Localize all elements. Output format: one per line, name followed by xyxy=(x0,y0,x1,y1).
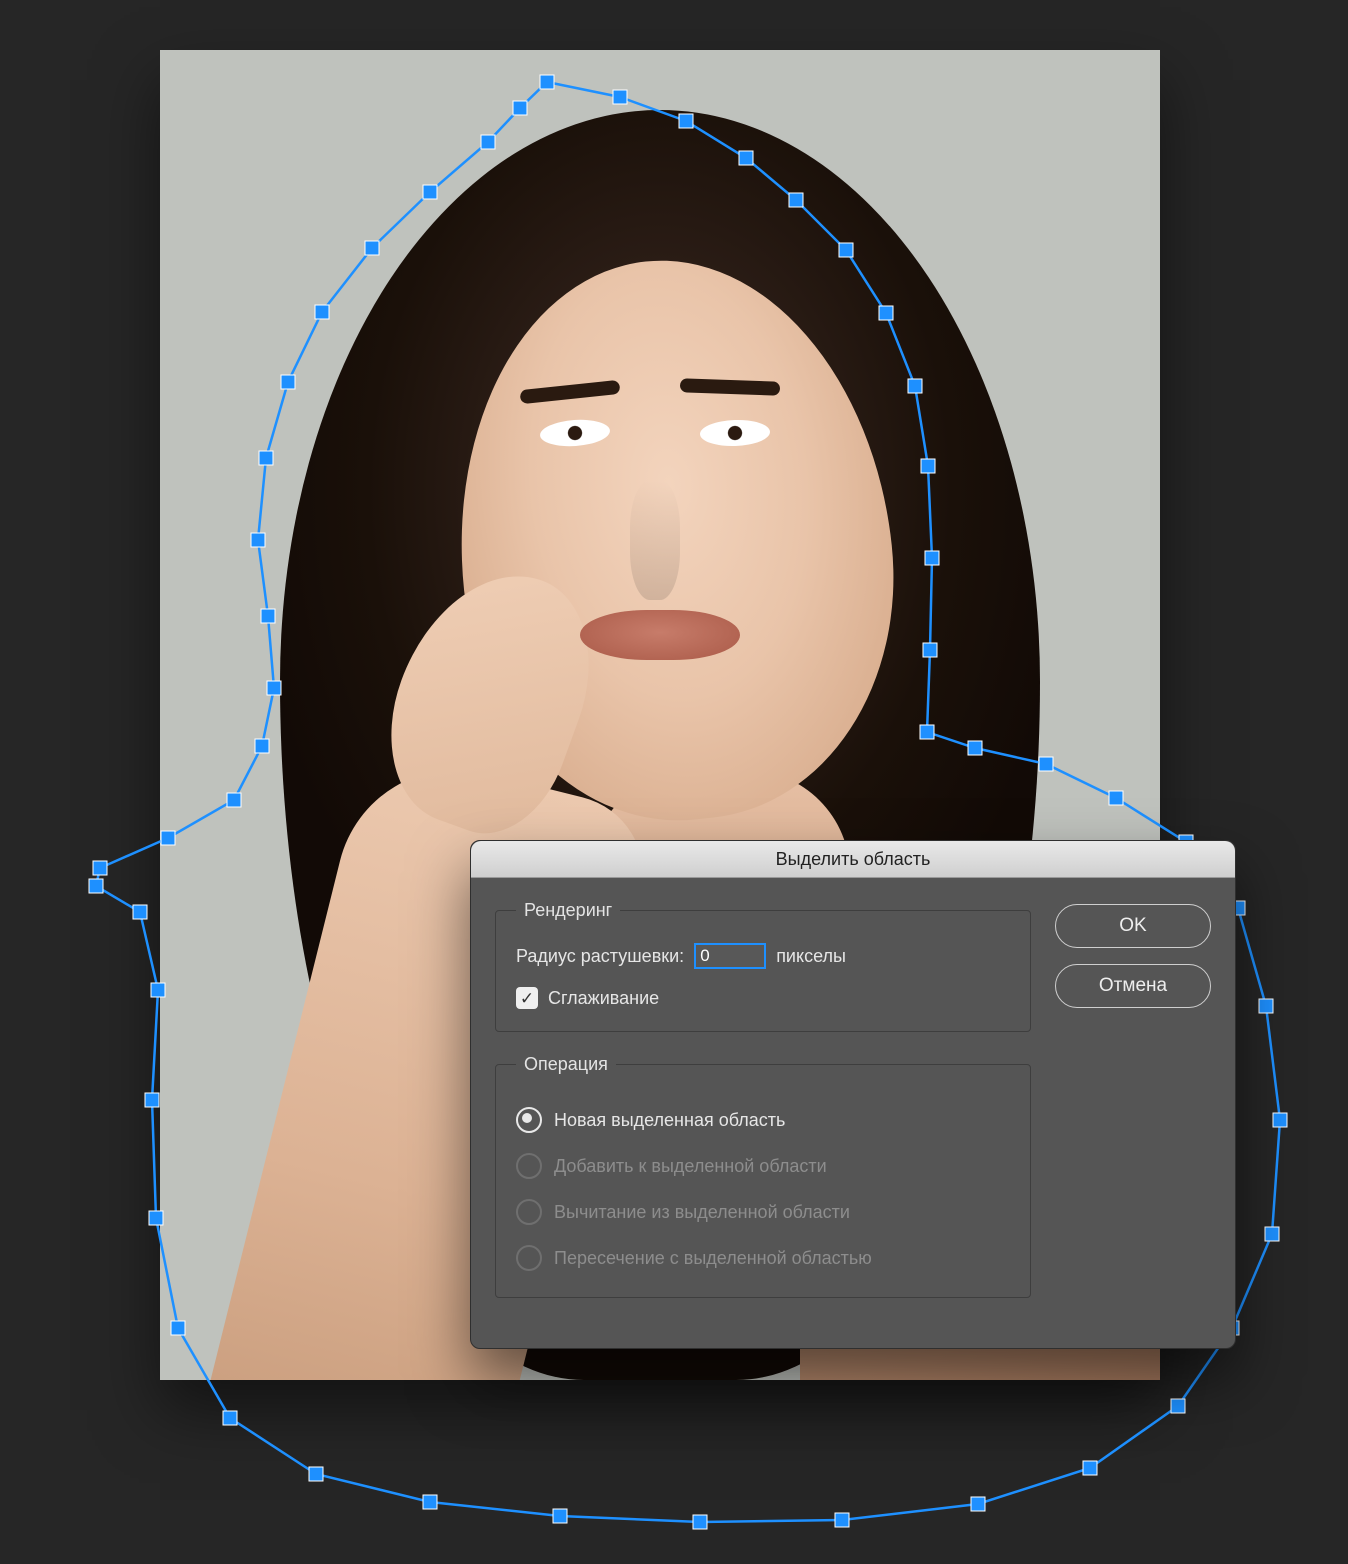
pen-anchor[interactable] xyxy=(971,1497,985,1511)
radio-icon xyxy=(516,1199,542,1225)
rendering-legend: Рендеринг xyxy=(516,900,620,921)
pen-anchor[interactable] xyxy=(1273,1113,1287,1127)
rendering-group: Рендеринг Радиус растушевки: пикселы ✓ С… xyxy=(495,900,1031,1032)
op-add-selection: Добавить к выделенной области xyxy=(516,1153,1010,1179)
workspace: Выделить область Рендеринг Радиус растуш… xyxy=(0,0,1348,1564)
op-sub-label: Вычитание из выделенной области xyxy=(554,1202,850,1223)
radio-icon xyxy=(516,1107,542,1133)
op-new-label: Новая выделенная область xyxy=(554,1110,785,1131)
pen-anchor[interactable] xyxy=(133,905,147,919)
op-int-label: Пересечение с выделенной областью xyxy=(554,1248,872,1269)
operation-group: Операция Новая выделенная область Добави… xyxy=(495,1054,1031,1298)
op-new-selection[interactable]: Новая выделенная область xyxy=(516,1107,1010,1133)
pen-anchor[interactable] xyxy=(309,1467,323,1481)
pen-anchor[interactable] xyxy=(553,1509,567,1523)
pen-anchor[interactable] xyxy=(835,1513,849,1527)
pen-anchor[interactable] xyxy=(1083,1461,1097,1475)
pen-anchor[interactable] xyxy=(93,861,107,875)
pen-anchor[interactable] xyxy=(89,879,103,893)
pen-anchor[interactable] xyxy=(423,1495,437,1509)
op-sub-selection: Вычитание из выделенной области xyxy=(516,1199,1010,1225)
antialias-checkbox[interactable]: ✓ xyxy=(516,987,538,1009)
make-selection-dialog: Выделить область Рендеринг Радиус растуш… xyxy=(470,840,1236,1349)
radio-icon xyxy=(516,1153,542,1179)
pen-anchor[interactable] xyxy=(693,1515,707,1529)
portrait-nose xyxy=(630,480,680,600)
ok-button[interactable]: OK xyxy=(1055,904,1211,948)
pen-anchor[interactable] xyxy=(1265,1227,1279,1241)
feather-unit: пикселы xyxy=(776,946,846,967)
portrait-lips xyxy=(580,610,740,660)
pen-anchor[interactable] xyxy=(1171,1399,1185,1413)
feather-label: Радиус растушевки: xyxy=(516,946,684,967)
cancel-button[interactable]: Отмена xyxy=(1055,964,1211,1008)
feather-radius-input[interactable] xyxy=(694,943,766,969)
dialog-title[interactable]: Выделить область xyxy=(471,841,1235,878)
pen-anchor[interactable] xyxy=(145,1093,159,1107)
radio-icon xyxy=(516,1245,542,1271)
op-add-label: Добавить к выделенной области xyxy=(554,1156,827,1177)
pen-anchor[interactable] xyxy=(1259,999,1273,1013)
operation-legend: Операция xyxy=(516,1054,616,1075)
pen-anchor[interactable] xyxy=(223,1411,237,1425)
op-int-selection: Пересечение с выделенной областью xyxy=(516,1245,1010,1271)
antialias-label: Сглаживание xyxy=(548,988,659,1009)
